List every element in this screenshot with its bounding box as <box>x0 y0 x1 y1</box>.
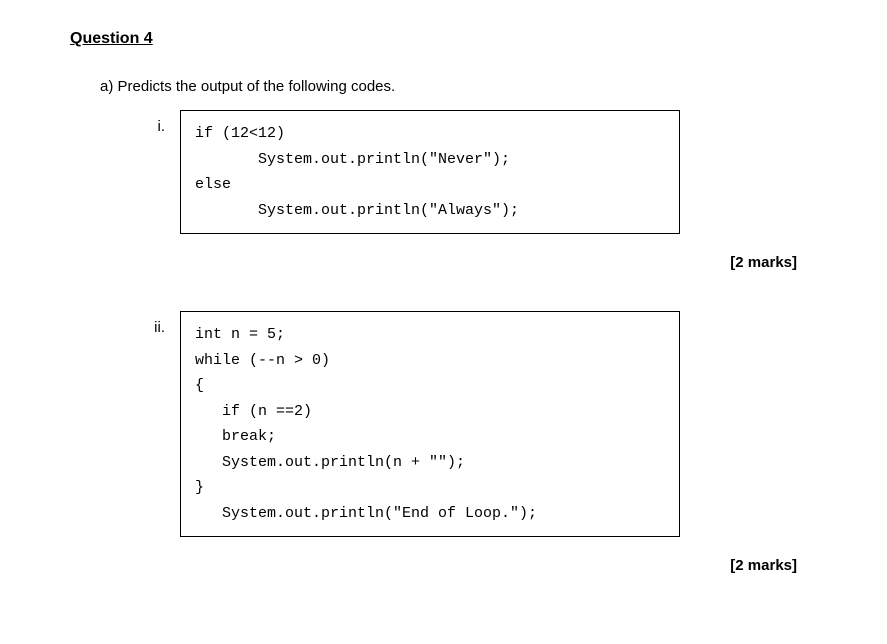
code-box: int n = 5; while (--n > 0) { if (n ==2) … <box>180 311 680 537</box>
question-title: Question 4 <box>70 30 817 48</box>
subpart-ii: ii. int n = 5; while (--n > 0) { if (n =… <box>140 311 817 537</box>
subpart-label: ii. <box>140 311 180 336</box>
subpart-i: i. if (12<12) System.out.println("Never"… <box>140 110 817 234</box>
marks-label: [2 marks] <box>100 254 797 271</box>
subpart-label: i. <box>140 110 180 135</box>
marks-label: [2 marks] <box>100 557 797 574</box>
part-a-label: a) Predicts the output of the following … <box>100 78 395 95</box>
code-box: if (12<12) System.out.println("Never"); … <box>180 110 680 234</box>
part-a-container: a) Predicts the output of the following … <box>100 78 817 574</box>
